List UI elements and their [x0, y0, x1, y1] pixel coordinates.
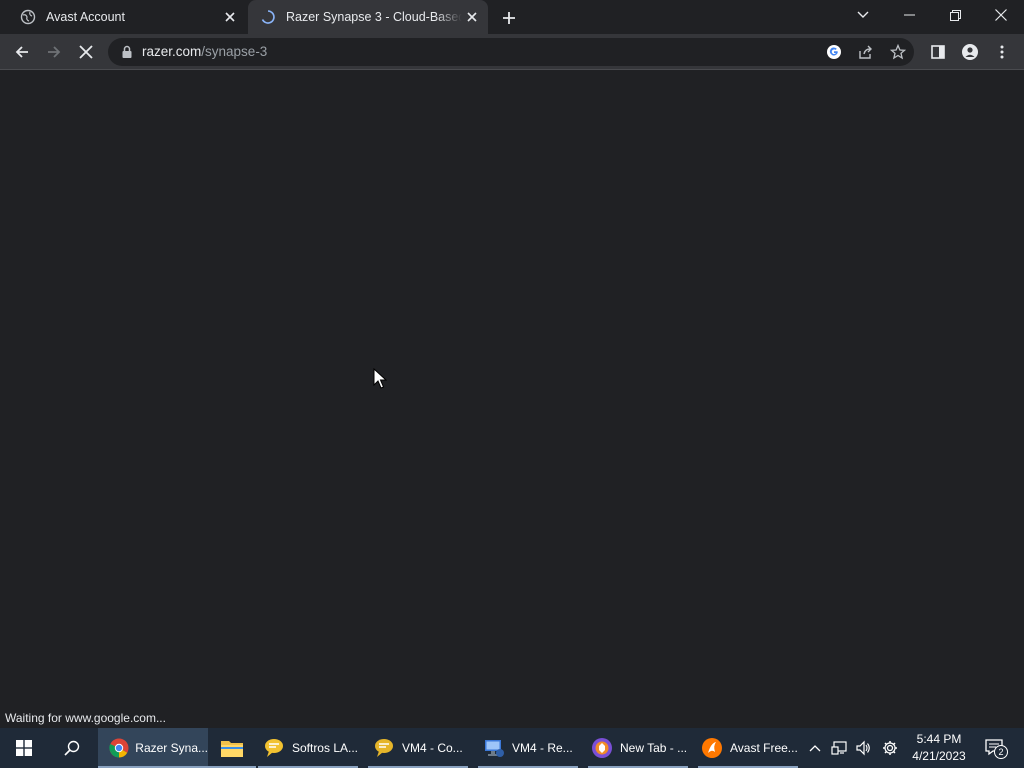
softros-icon: [262, 736, 286, 760]
clock-time: 5:44 PM: [916, 732, 962, 746]
taskbar-item-label: Softros LA...: [291, 741, 358, 755]
share-icon[interactable]: [856, 42, 876, 62]
tab-razer-synapse[interactable]: Razer Synapse 3 - Cloud-Based Hardware C…: [248, 0, 488, 34]
taskbar-item-avast-antivirus[interactable]: Avast Free...: [698, 728, 798, 768]
avast-browser-icon: [590, 736, 614, 760]
taskbar-item-avast-browser[interactable]: New Tab - ...: [588, 728, 688, 768]
restore-button[interactable]: [932, 0, 978, 30]
taskbar-item-label: Avast Free...: [730, 741, 798, 755]
softros-chat-icon: [372, 736, 396, 760]
volume-button[interactable]: [852, 728, 874, 768]
network-button[interactable]: [828, 728, 850, 768]
windows-taskbar: Razer Syna... Softros LA... VM4 - Co... …: [0, 728, 1024, 768]
side-panel-icon[interactable]: [924, 38, 952, 66]
stop-loading-button[interactable]: [72, 38, 100, 66]
mouse-cursor-icon: [373, 368, 387, 389]
taskbar-item-vm4-chat[interactable]: VM4 - Co...: [368, 728, 468, 768]
show-hidden-icons-button[interactable]: [804, 728, 826, 768]
windows-logo-icon: [16, 740, 32, 756]
new-tab-button[interactable]: [498, 7, 520, 29]
avast-antivirus-icon: [700, 736, 724, 760]
minimize-button[interactable]: [886, 0, 932, 30]
chevron-up-icon: [809, 745, 821, 752]
gear-icon: [883, 741, 897, 755]
lock-icon: [122, 45, 132, 58]
taskbar-item-label: New Tab - ...: [620, 741, 688, 755]
loading-spinner-icon: [260, 9, 276, 25]
taskbar-item-vm4-remote[interactable]: VM4 - Re...: [478, 728, 578, 768]
menu-kebab-icon[interactable]: [988, 38, 1016, 66]
clock-date: 4/21/2023: [912, 749, 966, 763]
system-clock[interactable]: 5:44 PM 4/21/2023: [906, 731, 972, 765]
action-center-button[interactable]: 2: [978, 728, 1012, 768]
taskbar-item-chrome[interactable]: Razer Syna...: [98, 728, 208, 768]
globe-icon: [20, 9, 36, 25]
tab-search-button[interactable]: [840, 0, 886, 30]
tab-avast-account[interactable]: Avast Account: [8, 0, 246, 34]
taskbar-item-label: Razer Syna...: [135, 741, 208, 755]
search-button[interactable]: [48, 728, 96, 768]
chrome-icon: [108, 736, 129, 760]
bookmark-star-icon[interactable]: [888, 42, 908, 62]
profile-avatar-icon[interactable]: [956, 38, 984, 66]
forward-button[interactable]: [40, 38, 68, 66]
taskbar-item-file-explorer[interactable]: [208, 728, 256, 768]
taskbar-item-label: VM4 - Co...: [402, 741, 463, 755]
close-window-button[interactable]: [978, 0, 1024, 30]
search-icon: [64, 740, 80, 756]
tab-strip: Avast Account Razer Synapse 3 - Cloud-Ba…: [0, 0, 1024, 34]
tab-title: Avast Account: [46, 10, 125, 24]
tab-title: Razer Synapse 3 - Cloud-Based Hardware C…: [286, 10, 462, 24]
url-domain: razer.com: [142, 44, 202, 59]
taskbar-item-label: VM4 - Re...: [512, 741, 573, 755]
status-bubble: Waiting for www.google.com...: [0, 708, 171, 728]
start-button[interactable]: [0, 728, 48, 768]
file-explorer-icon: [220, 736, 244, 760]
notification-count-badge: 2: [994, 745, 1008, 759]
address-bar[interactable]: razer.com/synapse-3: [108, 38, 914, 66]
url-text: razer.com/synapse-3: [142, 44, 267, 59]
settings-tray-button[interactable]: [878, 728, 902, 768]
google-lens-icon[interactable]: [824, 42, 844, 62]
url-path: /synapse-3: [201, 44, 268, 59]
taskbar-item-softros-lan[interactable]: Softros LA...: [258, 728, 358, 768]
browser-toolbar: razer.com/synapse-3: [0, 34, 1024, 70]
network-icon: [831, 741, 847, 755]
close-tab-icon[interactable]: [462, 7, 482, 27]
speaker-icon: [856, 740, 870, 756]
remote-desktop-icon: [482, 736, 506, 760]
close-tab-icon[interactable]: [220, 7, 240, 27]
page-viewport[interactable]: [0, 71, 1024, 728]
back-button[interactable]: [8, 38, 36, 66]
